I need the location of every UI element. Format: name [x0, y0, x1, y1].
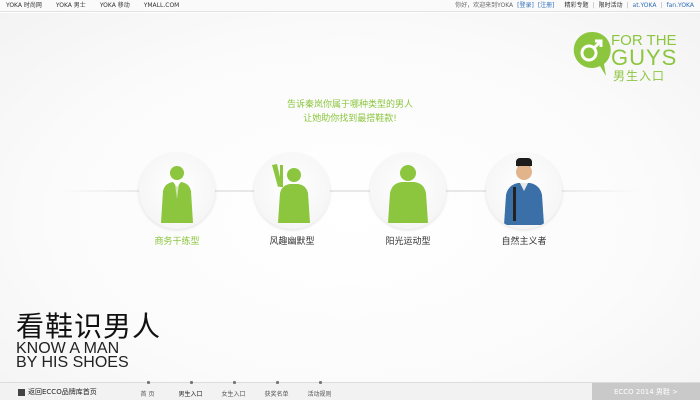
grid-icon: [18, 388, 25, 396]
bottom-nav-bar: 返回ECCO品牌库首页 首 页 男生入口 女生入口 获奖名单 活动规则 ECCO…: [0, 381, 700, 400]
nav-winners[interactable]: 获奖名单: [255, 381, 298, 398]
top-nav-links: YOKA 时尚网 YOKA 男士 YOKA 移动 YMALL.COM: [6, 0, 179, 12]
type-sporty-label[interactable]: 阳光运动型: [368, 234, 448, 247]
humorous-man-icon: [272, 164, 310, 223]
back-label: 返回ECCO品牌库首页: [28, 388, 97, 396]
type-naturalist-label[interactable]: 自然主义者: [484, 234, 564, 247]
type-prompt: 告诉秦岚你属于哪种类型的男人 让她助你找到最搭鞋款!: [250, 98, 450, 126]
link-at-yoka[interactable]: at.YOKA: [633, 0, 657, 12]
nav-rules[interactable]: 活动规则: [298, 381, 341, 398]
type-humorous[interactable]: 风趣幽默型: [252, 153, 332, 247]
link-yoka-men[interactable]: YOKA 男士: [56, 0, 86, 12]
naturalist-man-photo: [504, 158, 544, 225]
link-limited-events[interactable]: 限时活动: [598, 0, 622, 12]
nav-winners-label: 获奖名单: [264, 391, 289, 398]
type-naturalist-disc[interactable]: [486, 153, 562, 229]
divider: [559, 0, 561, 12]
type-business-label[interactable]: 商务干练型: [137, 234, 217, 247]
prompt-line-2: 让她助你找到最搭鞋款!: [303, 114, 397, 124]
male-symbol-icon: [573, 31, 611, 77]
nav-dot: [232, 381, 236, 384]
sporty-man-icon: [388, 165, 428, 223]
divider: |: [592, 2, 595, 9]
top-nav-bar: YOKA 时尚网 YOKA 男士 YOKA 移动 YMALL.COM 你好，欢迎…: [0, 0, 700, 12]
nav-dot: [189, 381, 193, 384]
link-fan-yoka[interactable]: fan.YOKA: [667, 0, 695, 12]
nav-women[interactable]: 女生入口: [212, 381, 255, 398]
nav-dot: [146, 381, 150, 384]
type-humorous-label[interactable]: 风趣幽默型: [252, 234, 332, 247]
type-business[interactable]: 商务干练型: [137, 153, 217, 247]
for-the-guys-logo[interactable]: FOR THE GUYS 男生入口: [570, 28, 680, 88]
nav-rules-label: 活动规则: [307, 391, 332, 398]
type-humorous-disc[interactable]: [254, 153, 330, 229]
type-business-disc[interactable]: [139, 153, 215, 229]
link-special-topics[interactable]: 精彩专题: [564, 0, 588, 12]
promo-ecco-2014-button[interactable]: ECCO 2014 男鞋 >: [592, 383, 700, 400]
prompt-line-1: 告诉秦岚你属于哪种类型的男人: [286, 100, 413, 110]
logo-line-3: 男生入口: [613, 69, 666, 83]
nav-home[interactable]: 首 页: [126, 381, 169, 398]
nav-women-label: 女生入口: [221, 391, 246, 398]
type-sporty-disc[interactable]: [370, 153, 446, 229]
login-link[interactable]: [登录]: [517, 0, 534, 12]
nav-dot: [318, 381, 322, 384]
divider: |: [660, 2, 663, 9]
link-ymall[interactable]: YMALL.COM: [144, 0, 180, 12]
register-link[interactable]: [注册]: [538, 0, 555, 12]
page-title-en: KNOW A MAN BY HIS SHOES: [16, 341, 129, 371]
nav-men-label: 男生入口: [178, 391, 203, 398]
title-en-line-2: BY HIS SHOES: [16, 354, 129, 371]
back-to-ecco-button[interactable]: 返回ECCO品牌库首页: [18, 387, 97, 397]
link-yoka-mobile[interactable]: YOKA 移动: [100, 0, 130, 12]
top-user-area: 你好，欢迎来到YOKA [登录] [注册] 精彩专题 | 限时活动 | at.Y…: [455, 0, 694, 12]
page-title-cn: 看鞋识男人: [16, 310, 162, 343]
type-naturalist[interactable]: 自然主义者: [484, 153, 564, 247]
businessman-icon: [161, 166, 193, 223]
nav-men[interactable]: 男生入口: [169, 381, 212, 398]
nav-home-label: 首 页: [140, 391, 155, 398]
link-yoka-fashion[interactable]: YOKA 时尚网: [6, 0, 42, 12]
nav-dot: [275, 381, 279, 384]
type-sporty[interactable]: 阳光运动型: [368, 153, 448, 247]
bottom-nav-items: 首 页 男生入口 女生入口 获奖名单 活动规则: [126, 381, 341, 398]
divider: |: [626, 2, 629, 9]
greeting-text: 你好，欢迎来到YOKA: [455, 2, 514, 9]
